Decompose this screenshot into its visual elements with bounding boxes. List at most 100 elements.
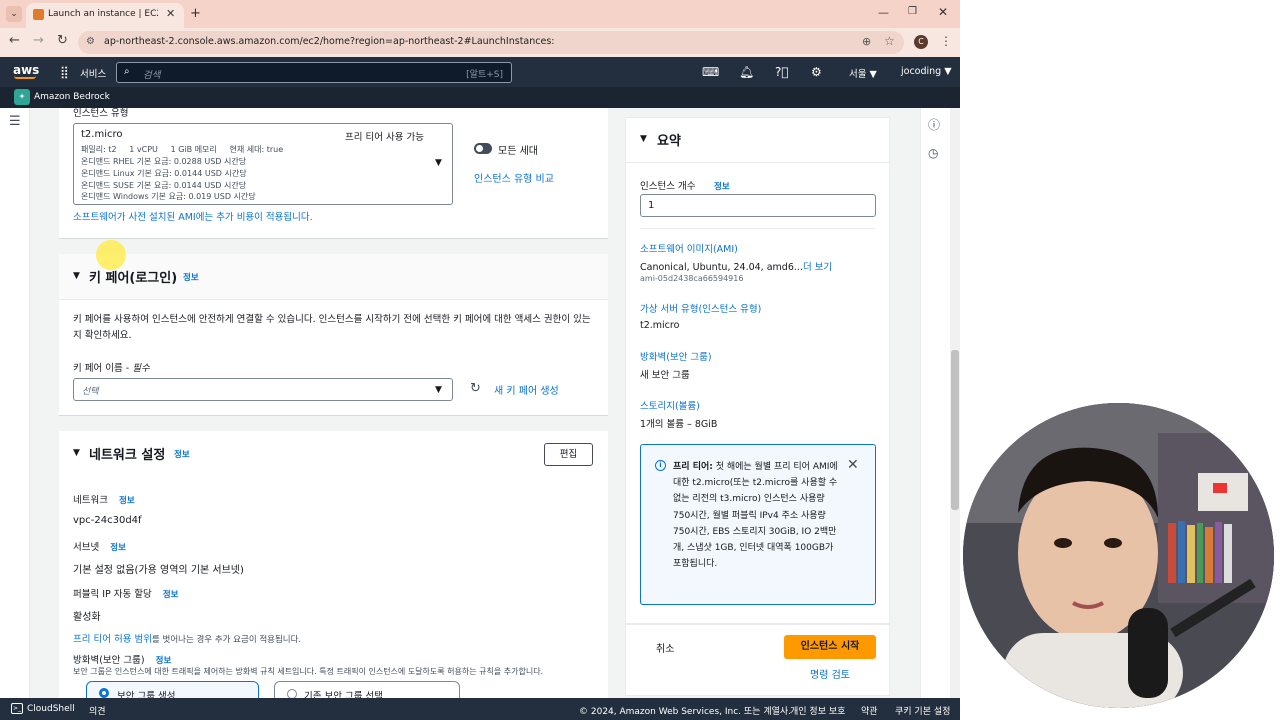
- tab-title: Launch an instance | EC2 | ap-: [48, 9, 158, 19]
- summary-ami-link[interactable]: 소프트웨어 이미지(AMI): [640, 241, 738, 255]
- services-grid-icon[interactable]: ⣿: [60, 65, 69, 79]
- subnet-info-link[interactable]: 정보: [110, 543, 126, 553]
- cloudshell-terminal-icon[interactable]: ⌨: [702, 65, 719, 79]
- ami-more-link[interactable]: 더 보기: [803, 262, 832, 273]
- help-question-icon[interactable]: ?⃝: [775, 65, 789, 79]
- page-scrollbar[interactable]: [950, 108, 960, 698]
- region-selector[interactable]: 서울 ▼: [849, 66, 877, 80]
- window-maximize-icon[interactable]: ❐: [908, 6, 917, 17]
- create-key-pair-link[interactable]: 새 키 페어 생성: [494, 382, 559, 397]
- launch-instance-button[interactable]: 인스턴스 시작: [784, 635, 876, 659]
- browser-tab-bar: ⌄ Launch an instance | EC2 | ap- ✕ + — ❐…: [0, 0, 960, 28]
- info-panel-icon[interactable]: ⓘ: [928, 116, 940, 133]
- zoom-icon[interactable]: ⊕: [862, 35, 871, 48]
- back-icon[interactable]: ←: [9, 33, 20, 48]
- network-settings-title: 네트워크 설정: [89, 448, 166, 463]
- subnet-label: 서브넷 정보: [73, 539, 126, 553]
- radio-selected[interactable]: [99, 688, 109, 698]
- firewall-info-link[interactable]: 정보: [156, 656, 172, 666]
- collapse-caret-icon[interactable]: ▼: [73, 448, 80, 458]
- aws-logo[interactable]: aws: [13, 63, 39, 77]
- cloudshell-link[interactable]: CloudShell: [27, 704, 75, 714]
- url-field[interactable]: ⚙ ap-northeast-2.console.aws.amazon.com/…: [78, 31, 904, 54]
- network-info-link[interactable]: 정보: [174, 448, 190, 460]
- key-pair-info-link[interactable]: 정보: [183, 271, 199, 283]
- divider: [640, 228, 875, 229]
- compare-instance-types-link[interactable]: 인스턴스 유형 비교: [474, 170, 554, 185]
- account-menu[interactable]: jocoding ▼: [901, 66, 952, 77]
- summary-firewall-link[interactable]: 방화벽(보안 그룹): [640, 349, 712, 363]
- instance-type-select[interactable]: t2.micro 프리 티어 사용 가능 패밀리: t2 1 vCPU 1 Gi…: [73, 123, 453, 205]
- collapse-caret-icon[interactable]: ▼: [73, 271, 80, 281]
- network-value: vpc-24c30d4f: [73, 515, 142, 526]
- instance-count-label: 인스턴스 개수: [640, 181, 696, 192]
- firewall-label: 방화벽(보안 그룹) 정보: [73, 652, 171, 666]
- gear-icon[interactable]: ⚙: [811, 65, 822, 79]
- webcam-video: [963, 403, 1274, 708]
- refresh-icon[interactable]: ↻: [470, 381, 481, 396]
- instance-type-detail: 패밀리: t2 1 vCPU 1 GiB 메모리 현재 세대: true: [81, 145, 284, 154]
- bedrock-icon: ✦: [14, 89, 30, 105]
- left-nav-rail: ☰: [0, 108, 30, 698]
- tab-close-icon[interactable]: ✕: [166, 7, 175, 20]
- summary-ami-id: ami-05d2438ca66594916: [640, 274, 744, 283]
- public-ip-label: 퍼블릭 IP 자동 할당 정보: [73, 586, 178, 600]
- network-label-text: 네트워크: [73, 495, 108, 506]
- cancel-button[interactable]: 취소: [656, 640, 674, 655]
- free-tier-alert-text: 프리 티어: 첫 해에는 월별 프리 티어 AMI에 대한 t2.micro(또…: [673, 459, 843, 572]
- forward-icon[interactable]: →: [33, 33, 44, 48]
- summary-type-link[interactable]: 가상 서버 유형(인스턴스 유형): [640, 301, 761, 315]
- summary-storage-link[interactable]: 스토리지(볼륨): [640, 398, 700, 412]
- site-info-icon[interactable]: ⚙: [86, 36, 95, 47]
- key-pair-description: 키 페어를 사용하여 인스턴스에 안전하게 연결할 수 있습니다. 인스턴스를 …: [73, 314, 591, 341]
- close-icon[interactable]: ✕: [847, 457, 859, 473]
- favorite-bedrock-link[interactable]: Amazon Bedrock: [34, 92, 110, 102]
- instance-type-panel: 인스턴스 유형 t2.micro 프리 티어 사용 가능 패밀리: t2 1 v…: [59, 108, 608, 239]
- console-search-input[interactable]: ⌕ 검색 [알트+S]: [116, 62, 512, 83]
- scrollbar-thumb[interactable]: [951, 350, 959, 510]
- required-label: 필수: [132, 363, 150, 374]
- caret-down-icon: ▼: [435, 158, 442, 168]
- services-menu[interactable]: 서비스: [80, 66, 106, 80]
- public-ip-info-link[interactable]: 정보: [163, 590, 179, 600]
- firewall-label-text: 방화벽(보안 그룹): [73, 655, 145, 666]
- collapse-caret-icon[interactable]: ▼: [640, 134, 647, 144]
- info-circle-icon: i: [655, 460, 666, 471]
- privacy-link[interactable]: 개인 정보 보호: [790, 704, 845, 717]
- summary-panel: ▼ 요약 인스턴스 개수 정보 1 소프트웨어 이미지(AMI) Canonic…: [625, 117, 890, 624]
- key-pair-header[interactable]: ▼ 키 페어(로그인) 정보: [59, 254, 608, 300]
- firewall-note: 보안 그룹은 인스턴스에 대한 트래픽을 제어하는 방화벽 규칙 세트입니다. …: [73, 667, 544, 676]
- instance-count-info-link[interactable]: 정보: [714, 180, 730, 192]
- review-commands-link[interactable]: 명령 검토: [810, 666, 850, 681]
- instance-type-label: 인스턴스 유형: [73, 108, 129, 119]
- history-clock-icon[interactable]: ◷: [928, 146, 938, 160]
- bell-icon[interactable]: 🔔︎: [739, 65, 754, 79]
- url-text: ap-northeast-2.console.aws.amazon.com/ec…: [104, 36, 555, 47]
- cookie-preferences-link[interactable]: 쿠키 기본 설정: [895, 704, 950, 717]
- hamburger-menu-icon[interactable]: ☰: [9, 114, 21, 129]
- instance-count-input[interactable]: 1: [640, 194, 876, 217]
- all-generations-toggle[interactable]: [474, 143, 492, 154]
- summary-header[interactable]: ▼ 요약: [626, 118, 889, 163]
- free-tier-badge: 프리 티어 사용 가능: [345, 132, 424, 143]
- feedback-link[interactable]: 의견: [89, 704, 106, 717]
- key-pair-select[interactable]: 선택 ▼: [73, 378, 453, 401]
- edit-button[interactable]: 편집: [544, 443, 593, 466]
- bookmark-star-icon[interactable]: ☆: [884, 34, 895, 48]
- ami-cost-link[interactable]: 소프트웨어가 사전 설치된 AMI에는 추가 비용이 적용됩니다.: [73, 209, 313, 223]
- subnet-label-text: 서브넷: [73, 542, 100, 553]
- browser-menu-icon[interactable]: ⋮: [940, 34, 952, 48]
- profile-avatar[interactable]: C: [914, 35, 928, 49]
- window-minimize-icon[interactable]: —: [878, 6, 889, 19]
- tab-menu-icon[interactable]: ⌄: [6, 6, 22, 22]
- new-tab-button[interactable]: +: [190, 6, 201, 21]
- browser-tab[interactable]: Launch an instance | EC2 | ap- ✕: [26, 3, 184, 28]
- free-tier-range-link[interactable]: 프리 티어 허용 범위: [73, 634, 152, 645]
- copyright-text: © 2024, Amazon Web Services, Inc. 또는 계열사…: [579, 707, 792, 717]
- window-close-icon[interactable]: ✕: [938, 5, 948, 19]
- network-info-link[interactable]: 정보: [119, 496, 135, 506]
- reload-icon[interactable]: ↻: [57, 33, 68, 48]
- terms-link[interactable]: 약관: [861, 704, 878, 717]
- favorites-bar: ✦ Amazon Bedrock: [0, 87, 960, 108]
- public-ip-label-text: 퍼블릭 IP 자동 할당: [73, 589, 152, 600]
